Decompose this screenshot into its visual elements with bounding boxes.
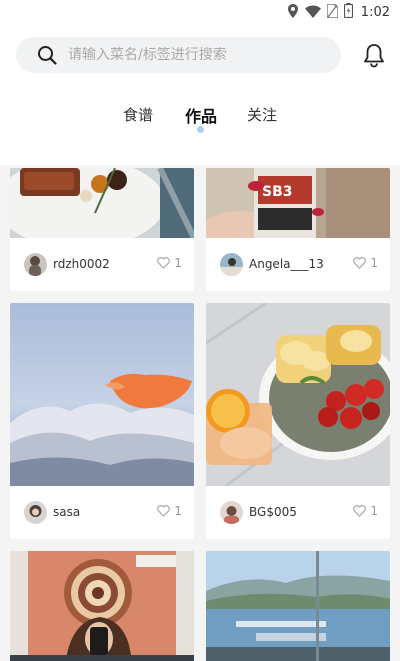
works-feed[interactable]: rdzh0002 1 SB3 Angela___13 1 sasa 1 BG$0… [0, 165, 400, 661]
like-count: 1 [174, 256, 182, 270]
no-sim-icon [326, 2, 339, 22]
category-tabs: 食谱 作品 关注 [0, 98, 400, 138]
post-meta: BG$005 1 [206, 486, 390, 539]
username[interactable]: BG$005 [249, 505, 297, 519]
post-photo[interactable]: SB3 [206, 168, 390, 238]
wifi-icon [304, 3, 321, 22]
post-photo[interactable] [206, 303, 390, 486]
search-icon[interactable] [36, 44, 58, 66]
post-card[interactable] [10, 551, 194, 661]
tab-following[interactable]: 关注 [247, 104, 277, 125]
heart-icon [157, 257, 171, 269]
avatar[interactable] [220, 501, 243, 524]
like-button[interactable]: 1 [353, 504, 378, 518]
post-card[interactable]: rdzh0002 1 [10, 168, 194, 291]
post-card[interactable]: sasa 1 [10, 303, 194, 539]
svg-text:SB3: SB3 [262, 184, 293, 200]
location-icon [287, 3, 299, 22]
post-photo[interactable] [10, 551, 194, 661]
like-count: 1 [370, 256, 378, 270]
like-count: 1 [370, 504, 378, 518]
notification-bell-icon[interactable] [360, 41, 388, 69]
username[interactable]: sasa [53, 505, 80, 519]
heart-icon [353, 257, 367, 269]
like-button[interactable]: 1 [353, 256, 378, 270]
post-photo[interactable] [10, 303, 194, 486]
post-photo[interactable] [206, 551, 390, 661]
status-time: 1:02 [360, 4, 390, 20]
post-photo[interactable] [10, 168, 194, 238]
username[interactable]: rdzh0002 [53, 257, 110, 271]
username[interactable]: Angela___13 [249, 257, 324, 271]
status-bar: 1:02 [0, 0, 400, 24]
search-bar[interactable] [16, 37, 341, 73]
search-input[interactable] [68, 47, 318, 63]
post-card[interactable] [206, 551, 390, 661]
active-tab-indicator [197, 126, 204, 133]
heart-icon [157, 505, 171, 517]
post-meta: Angela___13 1 [206, 238, 390, 291]
avatar[interactable] [24, 501, 47, 524]
post-meta: sasa 1 [10, 486, 194, 539]
heart-icon [353, 505, 367, 517]
like-count: 1 [174, 504, 182, 518]
battery-icon [343, 2, 353, 22]
avatar[interactable] [220, 253, 243, 276]
avatar[interactable] [24, 253, 47, 276]
tab-recipes[interactable]: 食谱 [123, 104, 153, 125]
like-button[interactable]: 1 [157, 256, 182, 270]
post-meta: rdzh0002 1 [10, 238, 194, 291]
post-card[interactable]: SB3 Angela___13 1 [206, 168, 390, 291]
tab-works[interactable]: 作品 [185, 103, 217, 127]
post-card[interactable]: BG$005 1 [206, 303, 390, 539]
like-button[interactable]: 1 [157, 504, 182, 518]
